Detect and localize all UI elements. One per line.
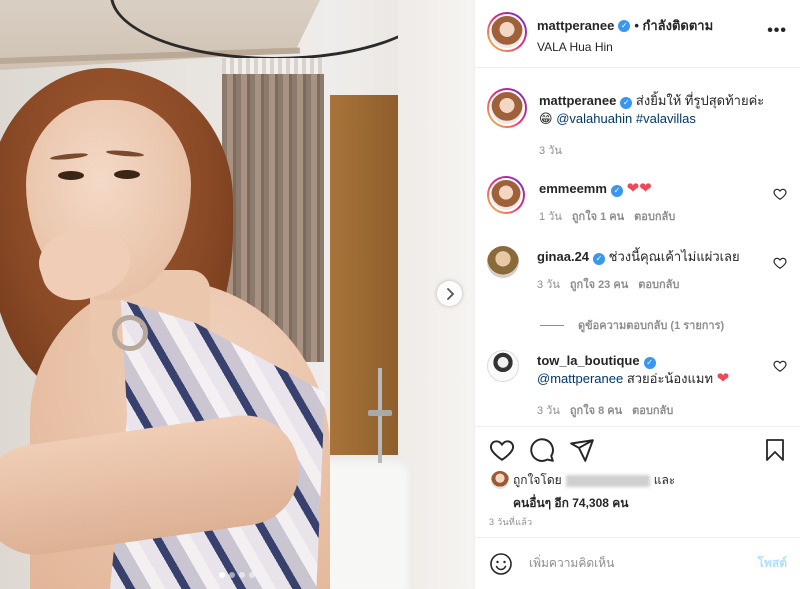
bookmark-icon[interactable]	[763, 437, 787, 463]
comment-username[interactable]: emmeemm	[539, 181, 607, 196]
comment-age[interactable]: 3 วัน	[537, 402, 560, 420]
eye-right	[114, 170, 140, 179]
caption-username[interactable]: mattperanee	[539, 93, 616, 108]
comment-hearts: ❤❤	[626, 180, 652, 197]
comment-likes[interactable]: ถูกใจ 8 คน	[570, 402, 622, 420]
verified-icon: ✓	[593, 253, 606, 265]
add-comment-bar: เพิ่มความคิดเห็น โพสต์	[475, 537, 800, 589]
wood-wall-panel	[330, 95, 400, 455]
avatar[interactable]	[487, 176, 525, 214]
heart-icon[interactable]	[773, 256, 787, 270]
divider	[540, 324, 564, 326]
caption-text: mattperanee ✓ ส่งยิ้มให้ ที่รูปสุดท้ายค่ะ…	[539, 92, 764, 128]
reply-button[interactable]: ตอบกลับ	[632, 402, 673, 420]
avatar[interactable]	[487, 246, 519, 278]
carousel-dots	[0, 572, 474, 578]
comment-username[interactable]: tow_la_boutique	[537, 353, 640, 368]
likes-summary: ถูกใจโดย และ คนอื่นๆ อีก 74,308 คน	[491, 471, 675, 513]
avatar[interactable]	[487, 350, 519, 382]
post-button[interactable]: โพสต์	[758, 554, 787, 573]
comment-row: ginaa.24 ✓ ช่วงนี้คุณเค้าไม่แผ่วเลย 3 วัน…	[487, 246, 789, 294]
comment-input[interactable]: เพิ่มความคิดเห็น	[529, 554, 758, 573]
faucet-head	[368, 410, 392, 416]
follow-status[interactable]: • กำลังติดตาม	[634, 15, 713, 36]
comment-age[interactable]: 3 วัน	[537, 276, 560, 294]
emoji-icon[interactable]	[489, 552, 513, 576]
heart-icon[interactable]	[773, 187, 787, 201]
carousel-dot	[229, 572, 235, 578]
blurred-username	[565, 474, 650, 487]
comment-hearts: ❤	[716, 370, 730, 387]
caption-body: ส่งยิ้มให้ ที่รูปสุดท้ายค่ะ	[632, 93, 765, 108]
verified-icon: ✓	[620, 97, 633, 109]
likes-count[interactable]: คนอื่นๆ อีก 74,308 คน	[513, 494, 675, 513]
view-replies-label: ดูข้อความตอบกลับ (1 รายการ)	[578, 320, 725, 332]
comment-text: สวยอ่ะน้องแมท	[623, 371, 714, 386]
action-icons	[489, 437, 789, 465]
verified-icon: ✓	[643, 357, 656, 369]
eye-left	[58, 171, 84, 180]
caption-row: mattperanee ✓ ส่งยิ้มให้ ที่รูปสุดท้ายค่ะ…	[487, 88, 789, 160]
comment-mention[interactable]: @mattperanee	[537, 371, 623, 386]
comment-age[interactable]: 1 วัน	[539, 208, 562, 226]
verified-icon: ✓	[610, 185, 623, 197]
comment-likes[interactable]: ถูกใจ 23 คน	[570, 276, 628, 294]
avatar[interactable]	[491, 471, 509, 489]
curtain-top	[222, 58, 324, 74]
likes-suffix: และ	[653, 473, 676, 487]
view-replies-button[interactable]: ดูข้อความตอบกลับ (1 รายการ)	[540, 316, 724, 334]
carousel-dot	[239, 572, 245, 578]
post-side-panel: mattperanee ✓ • กำลังติดตาม VALA Hua Hin…	[474, 0, 800, 589]
comment-row: tow_la_boutique ✓ @mattperanee สวยอ่ะน้อง…	[487, 350, 789, 420]
chevron-right-icon	[446, 287, 454, 300]
comment-row: emmeemm ✓ ❤❤ 1 วัน ถูกใจ 1 คน ตอบกลับ	[487, 176, 789, 226]
post-location[interactable]: VALA Hua Hin	[537, 40, 713, 54]
comment-text: ช่วงนี้คุณเค้าไม่แผ่วเลย	[608, 249, 740, 264]
comment-icon[interactable]	[529, 437, 555, 463]
likes-prefix: ถูกใจโดย	[513, 473, 562, 487]
heart-icon[interactable]	[773, 359, 787, 373]
post-actions: ถูกใจโดย และ คนอื่นๆ อีก 74,308 คน 3 วันท…	[475, 426, 800, 546]
caption-emoji: 😁	[539, 111, 553, 126]
share-icon[interactable]	[569, 437, 595, 463]
more-icon[interactable]: •••	[767, 22, 787, 40]
comment-username[interactable]: ginaa.24	[537, 249, 589, 264]
caption-hashtag[interactable]: #valavillas	[636, 111, 696, 126]
reply-button[interactable]: ตอบกลับ	[634, 208, 675, 226]
verified-icon: ✓	[618, 19, 631, 32]
avatar[interactable]	[487, 12, 527, 52]
comments-list: mattperanee ✓ ส่งยิ้มให้ ที่รูปสุดท้ายค่ะ…	[475, 68, 800, 426]
avatar[interactable]	[487, 88, 527, 128]
post-timestamp[interactable]: 3 วันที่แล้ว	[489, 515, 532, 529]
carousel-next-button[interactable]	[437, 281, 462, 306]
caption-mention[interactable]: @valahuahin	[556, 111, 632, 126]
carousel-dot	[249, 572, 255, 578]
dress-ring	[112, 315, 148, 351]
caption-age[interactable]: 3 วัน	[539, 142, 562, 160]
heart-icon[interactable]	[489, 437, 515, 463]
reply-button[interactable]: ตอบกลับ	[638, 276, 679, 294]
comment-likes[interactable]: ถูกใจ 1 คน	[572, 208, 624, 226]
header-username[interactable]: mattperanee	[537, 18, 614, 33]
post-header: mattperanee ✓ • กำลังติดตาม VALA Hua Hin…	[475, 0, 800, 68]
carousel-dot	[219, 572, 225, 578]
post-photo[interactable]	[0, 0, 474, 589]
